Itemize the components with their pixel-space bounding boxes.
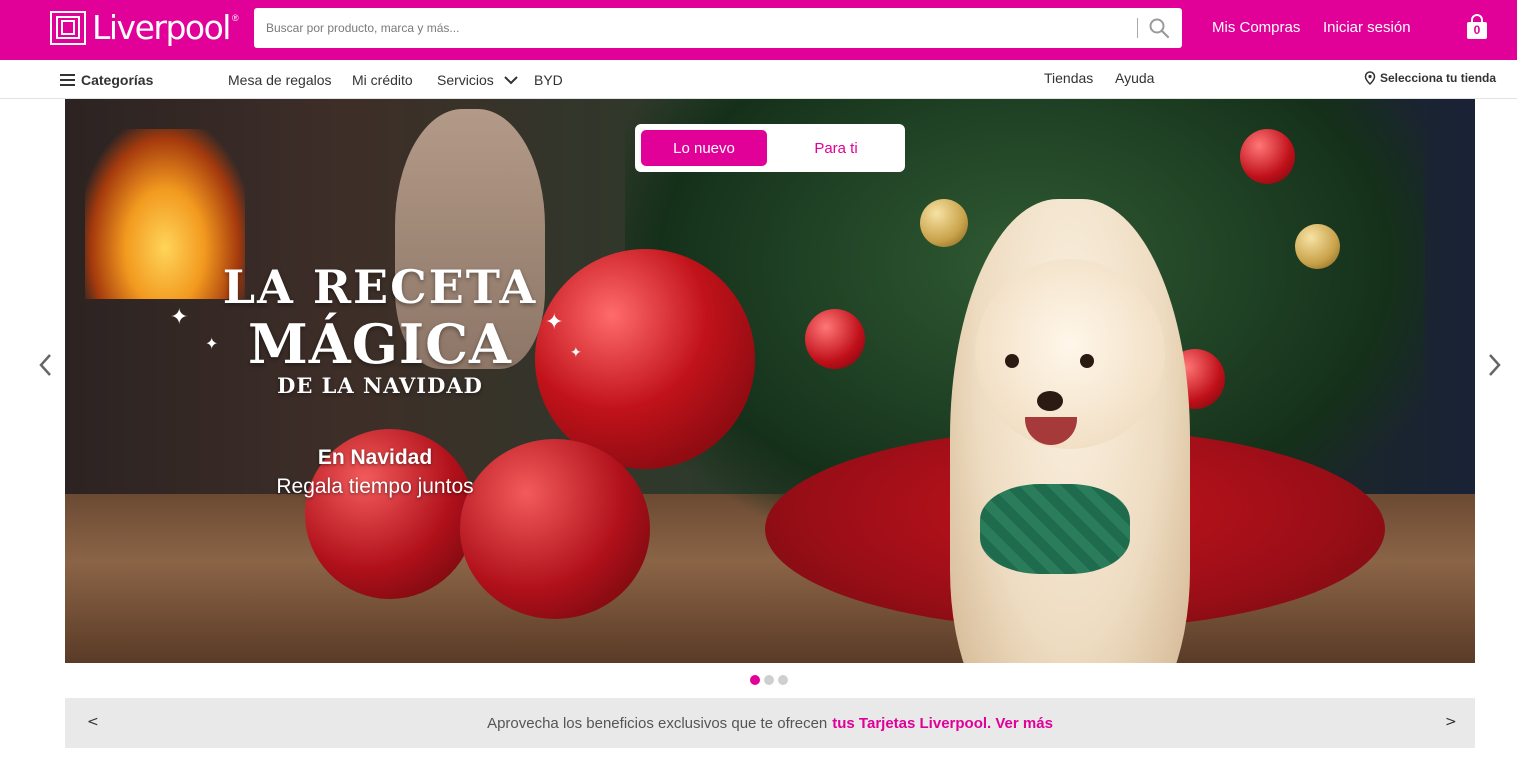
- carousel-dot[interactable]: [750, 675, 760, 685]
- content-toggle: Lo nuevo Para ti: [635, 124, 905, 172]
- liverpool-logo[interactable]: Liverpool ®: [50, 9, 239, 47]
- tab-lo-nuevo[interactable]: Lo nuevo: [641, 130, 767, 166]
- hero-title-line-1: LA RECETA: [222, 260, 538, 314]
- nav-item-help[interactable]: Ayuda: [1115, 70, 1154, 86]
- nav-item-gift-registry[interactable]: Mesa de regalos: [228, 72, 332, 88]
- store-selector[interactable]: Selecciona tu tienda: [1364, 71, 1496, 85]
- main-nav: Categorías Mesa de regalos Mi crédito Se…: [0, 60, 1517, 99]
- sign-in-link[interactable]: Iniciar sesión: [1323, 19, 1411, 36]
- search-box: [254, 8, 1182, 48]
- hero-subtitle-bold: En Navidad: [317, 446, 433, 469]
- cart-count: 0: [1473, 23, 1481, 37]
- tab-para-ti[interactable]: Para ti: [773, 130, 899, 166]
- hero-subtitle-text: Regala tiempo juntos: [276, 475, 474, 498]
- ornament-ball: [1295, 224, 1340, 269]
- ornament-ball: [1240, 129, 1295, 184]
- my-purchases-link[interactable]: Mis Compras: [1212, 19, 1300, 36]
- promo-text: Aprovecha los beneficios exclusivos que …: [487, 714, 828, 732]
- nav-item-byd[interactable]: BYD: [534, 72, 563, 88]
- carousel-dot[interactable]: [764, 675, 774, 685]
- store-selector-label: Selecciona tu tienda: [1380, 71, 1497, 85]
- categories-menu[interactable]: Categorías: [60, 72, 153, 88]
- dog-harness: [980, 484, 1130, 574]
- categories-label: Categorías: [81, 72, 154, 88]
- carousel-dots: [750, 675, 788, 685]
- hamburger-icon: [60, 74, 75, 86]
- dog-eye: [1080, 354, 1094, 368]
- logo-wordmark: Liverpool: [92, 8, 231, 47]
- hero-subtitle: En Navidad Regala tiempo juntos: [225, 444, 525, 502]
- promo-prev-button[interactable]: <: [87, 714, 99, 730]
- promo-cards-link[interactable]: tus Tarjetas Liverpool. Ver más: [832, 715, 1053, 732]
- services-label: Servicios: [437, 72, 494, 88]
- search-input[interactable]: [254, 9, 1137, 47]
- chevron-down-icon: [503, 76, 518, 85]
- promo-next-button[interactable]: >: [1445, 714, 1457, 730]
- nav-item-stores[interactable]: Tiendas: [1044, 70, 1093, 86]
- carousel-dot[interactable]: [778, 675, 788, 685]
- hero-title: LA RECETA MÁGICA DE LA NAVIDAD: [170, 259, 590, 399]
- nav-item-my-credit[interactable]: Mi crédito: [352, 72, 413, 88]
- shopping-bag-button[interactable]: 0: [1465, 14, 1489, 40]
- ornament-ball: [920, 199, 968, 247]
- hero-banner[interactable]: ✦ ✦ ✦ ✦ LA RECETA MÁGICA DE LA NAVIDAD E…: [65, 99, 1475, 663]
- ornament-ball: [805, 309, 865, 369]
- carousel-prev-arrow-icon[interactable]: [37, 352, 53, 378]
- dog-nose: [1037, 391, 1063, 411]
- nav-item-services[interactable]: Servicios: [437, 72, 518, 88]
- carousel-next-arrow-icon[interactable]: [1487, 352, 1503, 378]
- top-header: Liverpool ® Mis Compras Iniciar sesión 0: [0, 0, 1517, 60]
- registered-mark: ®: [231, 13, 239, 23]
- hero-title-line-2: MÁGICA: [248, 312, 512, 376]
- search-icon[interactable]: [1148, 17, 1170, 39]
- location-pin-icon: [1364, 71, 1376, 85]
- promo-strip: < Aprovecha los beneficios exclusivos qu…: [65, 698, 1475, 748]
- dog-eye: [1005, 354, 1019, 368]
- hero-title-line-3: DE LA NAVIDAD: [277, 373, 483, 398]
- search-divider: [1137, 18, 1138, 38]
- liverpool-logo-icon: [50, 11, 86, 45]
